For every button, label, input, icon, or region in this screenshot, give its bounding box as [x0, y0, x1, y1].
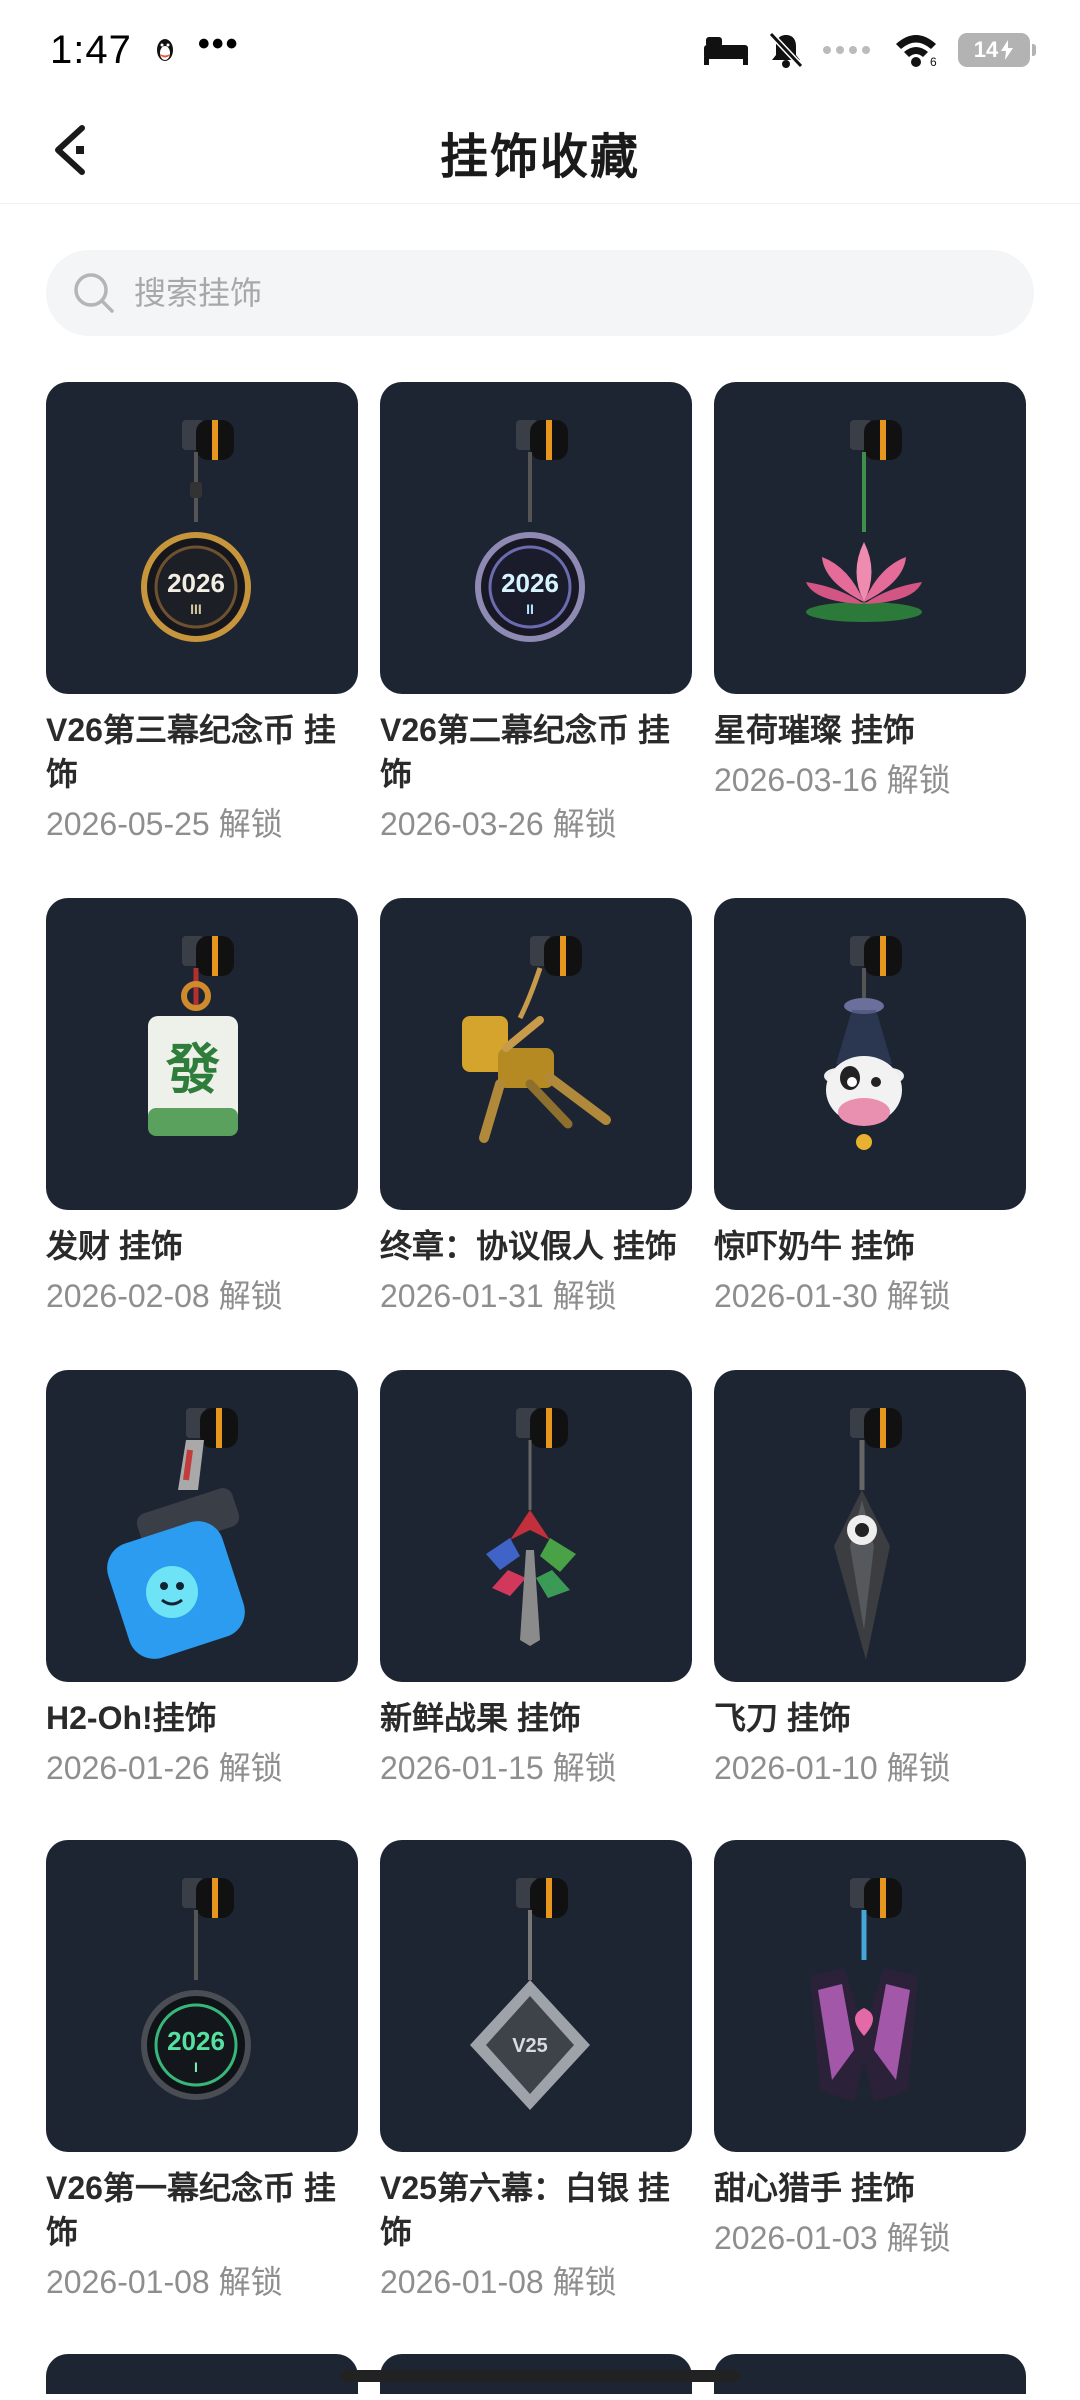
svg-text:V25: V25 [512, 2035, 548, 2057]
page-title: 挂饰收藏 [439, 130, 640, 184]
charm-card[interactable]: 星荷璀璨 挂饰 2026-03-16 解锁 [714, 382, 1026, 800]
leaf-charm-icon [486, 1408, 576, 1646]
nav-header: 挂饰收藏 [0, 100, 1080, 204]
charm-unlock-date: 2026-03-26 解锁 [380, 806, 617, 842]
charm-card[interactable]: H2-Oh!挂饰 2026-01-26 解锁 [46, 1370, 358, 1788]
charm-name: 飞刀 挂饰 [714, 1700, 851, 1736]
charm-thumbnail: 2026 III [46, 382, 358, 694]
search-input[interactable] [134, 274, 994, 312]
charm-thumbnail: 2026 II [380, 382, 692, 694]
charm-name: 甜心猎手 挂饰 [714, 2170, 915, 2206]
charm-unlock-date: 2026-01-26 解锁 [46, 1750, 283, 1786]
charm-clip-icon [516, 1408, 568, 1448]
charm-name: 惊吓奶牛 挂饰 [714, 1228, 915, 1264]
silver-diamond-charm-icon: V25 [470, 1878, 590, 2110]
charm-card[interactable]: 2026 II V26第二幕纪念币 挂饰 2026-03-26 解锁 [380, 382, 692, 844]
charm-clip-icon [850, 936, 902, 976]
charm-clip-icon [516, 1878, 568, 1918]
charm-name: H2-Oh!挂饰 [46, 1700, 217, 1736]
status-time: 1:47 [50, 27, 132, 72]
charm-card[interactable]: V25 V25第六幕：白银 挂饰 2026-01-08 解锁 [380, 1840, 692, 2302]
charm-card[interactable]: 2026 III V26第三幕纪念币 挂饰 2026-05-25 解锁 [46, 382, 358, 844]
charm-name: 星荷璀璨 挂饰 [714, 712, 915, 748]
coin-2026-iii-charm-icon: 2026 III [141, 420, 251, 642]
signal-dots-icon [822, 44, 874, 56]
charm-thumbnail [46, 1370, 358, 1682]
search-bar[interactable] [46, 250, 1034, 336]
charm-thumbnail: V25 [380, 1840, 692, 2152]
charm-thumbnail [714, 1370, 1026, 1682]
cow-charm-icon [824, 936, 904, 1150]
more-notifications-icon: ••• [197, 24, 240, 63]
mute-bell-icon [768, 31, 804, 69]
charm-card[interactable]: 惊吓奶牛 挂饰 2026-01-30 解锁 [714, 898, 1026, 1316]
charm-card-partial[interactable] [714, 2354, 1026, 2394]
qq-penguin-icon [154, 36, 176, 64]
svg-text:II: II [526, 601, 534, 617]
charm-clip-icon [850, 1408, 902, 1448]
charm-thumbnail [380, 898, 692, 1210]
charm-unlock-date: 2026-02-08 解锁 [46, 1278, 283, 1314]
sleep-mode-icon [702, 33, 750, 67]
charm-name: 终章：协议假人 挂饰 [380, 1228, 677, 1264]
charm-name: V26第二幕纪念币 挂饰 [380, 712, 670, 792]
charm-thumbnail [714, 1840, 1026, 2152]
heart-charm-icon [810, 1878, 918, 2102]
charm-unlock-date: 2026-01-08 解锁 [46, 2264, 283, 2300]
charm-thumbnail [380, 1370, 692, 1682]
svg-text:6: 6 [930, 55, 937, 68]
bottle-charm-icon [107, 1408, 245, 1659]
charm-unlock-date: 2026-01-08 解锁 [380, 2264, 617, 2300]
charm-clip-icon [182, 1878, 234, 1918]
search-icon [74, 273, 114, 313]
charm-name: V26第一幕纪念币 挂饰 [46, 2170, 336, 2250]
svg-text:2026: 2026 [167, 2026, 225, 2056]
charm-name: V25第六幕：白银 挂饰 [380, 2170, 670, 2250]
charm-thumbnail: 發 [46, 898, 358, 1210]
charm-unlock-date: 2026-01-15 解锁 [380, 1750, 617, 1786]
charm-card[interactable]: 飞刀 挂饰 2026-01-10 解锁 [714, 1370, 1026, 1788]
svg-text:2026: 2026 [167, 568, 225, 598]
home-indicator[interactable] [340, 2370, 740, 2382]
back-arrow-icon [55, 125, 85, 175]
charm-unlock-date: 2026-01-30 解锁 [714, 1278, 951, 1314]
battery-level: 14 [973, 37, 999, 62]
svg-text:發: 發 [165, 1038, 220, 1101]
charm-clip-icon [850, 1878, 902, 1918]
charm-thumbnail [714, 898, 1026, 1210]
charm-name: V26第三幕纪念币 挂饰 [46, 712, 336, 792]
charm-unlock-date: 2026-03-16 解锁 [714, 762, 951, 798]
coin-2026-ii-charm-icon: 2026 II [475, 420, 585, 642]
back-button[interactable] [38, 118, 102, 182]
coin-2026-i-charm-icon: 2026 I [141, 1878, 251, 2100]
charm-thumbnail: 2026 I [46, 1840, 358, 2152]
charm-card[interactable]: 新鲜战果 挂饰 2026-01-15 解锁 [380, 1370, 692, 1788]
charm-card[interactable]: 發 发财 挂饰 2026-02-08 解锁 [46, 898, 358, 1316]
charm-unlock-date: 2026-01-03 解锁 [714, 2220, 951, 2256]
charm-clip-icon [182, 936, 234, 976]
charm-unlock-date: 2026-05-25 解锁 [46, 806, 283, 842]
charm-unlock-date: 2026-01-31 解锁 [380, 1278, 617, 1314]
mahjong-charm-icon: 發 [148, 936, 238, 1136]
charm-thumbnail [714, 382, 1026, 694]
charm-name: 新鲜战果 挂饰 [380, 1700, 581, 1736]
charm-card[interactable]: 终章：协议假人 挂饰 2026-01-31 解锁 [380, 898, 692, 1316]
status-bar: 1:47 ••• 6 14 [0, 0, 1080, 100]
wifi-icon: 6 [892, 32, 940, 68]
dummy-charm-icon [462, 936, 611, 1143]
battery-indicator: 14 [958, 33, 1036, 67]
charm-card[interactable]: 2026 I V26第一幕纪念币 挂饰 2026-01-08 解锁 [46, 1840, 358, 2302]
svg-text:III: III [190, 601, 202, 617]
knife-charm-icon [834, 1408, 902, 1660]
charm-clip-icon [516, 420, 568, 460]
svg-text:I: I [194, 2059, 198, 2075]
charm-unlock-date: 2026-01-10 解锁 [714, 1750, 951, 1786]
charm-clip-icon [182, 420, 234, 460]
charm-card-partial[interactable] [46, 2354, 358, 2394]
lotus-charm-icon [806, 420, 922, 622]
charm-card[interactable]: 甜心猎手 挂饰 2026-01-03 解锁 [714, 1840, 1026, 2258]
charm-name: 发财 挂饰 [46, 1228, 183, 1264]
charm-clip-icon [850, 420, 902, 460]
svg-text:2026: 2026 [501, 568, 559, 598]
